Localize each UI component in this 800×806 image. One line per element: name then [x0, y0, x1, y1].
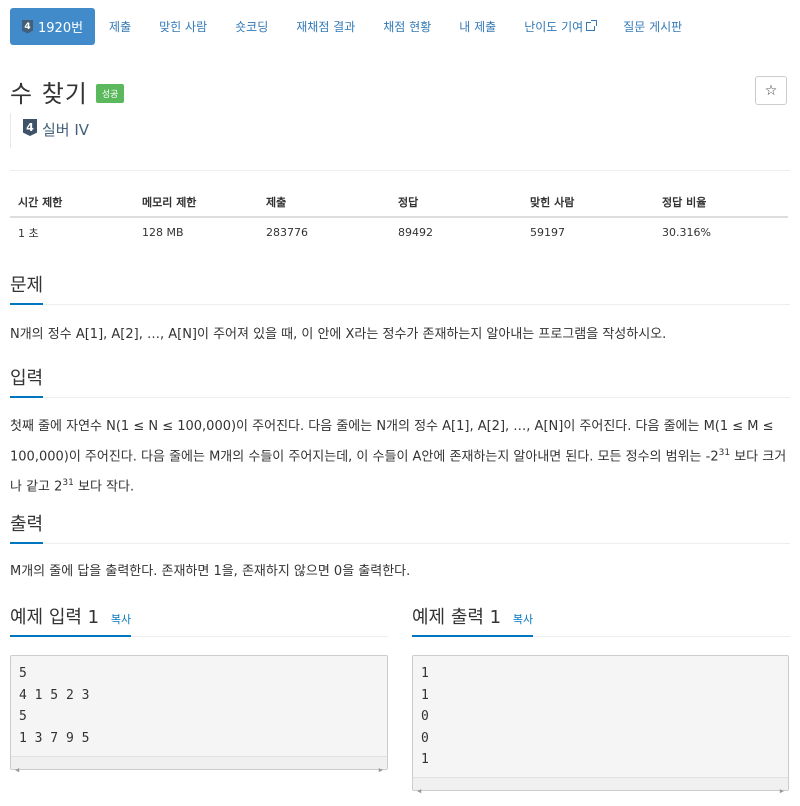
section-rule [10, 304, 790, 305]
tier-info: 4 실버 IV [10, 113, 89, 148]
example-output-box[interactable]: 1 1 0 0 1 ◀ ▶ [412, 655, 789, 795]
star-icon: ☆ [764, 82, 778, 99]
output-description: M개의 줄에 답을 출력한다. 존재하면 1을, 존재하지 않으면 0을 출력한… [10, 564, 411, 579]
status-badge: 성공 [95, 84, 125, 103]
header-submissions: 제출 [258, 188, 390, 218]
value-accepted: 89492 [398, 226, 433, 239]
horizontal-scrollbar[interactable]: ◀ ▶ [11, 756, 387, 774]
horizontal-scrollbar[interactable]: ◀ ▶ [413, 777, 788, 795]
tab-my-submissions[interactable]: 내 제출 [445, 8, 510, 45]
input-sup-1: 31 [718, 448, 731, 458]
section-output-title: 출력 [10, 510, 44, 544]
tab-rejudge-results[interactable]: 재채점 결과 [282, 8, 369, 45]
scroll-left-icon[interactable]: ◀ [15, 760, 19, 782]
example-input-content: 5 4 1 5 2 3 5 1 3 7 9 5 [19, 666, 90, 746]
header-memory-limit: 메모리 제한 [134, 188, 258, 218]
divider [10, 170, 790, 171]
tab-short-coding[interactable]: 숏코딩 [221, 8, 282, 45]
input-text-1: 첫째 줄에 자연수 N(1 ≤ N ≤ 100,000)이 주어진다. 다음 줄… [10, 419, 774, 465]
input-text-3: 보다 작다. [73, 479, 135, 495]
tier-label[interactable]: 실버 IV [42, 119, 89, 140]
section-problem: 문제 [10, 271, 790, 305]
problem-title-row: 수 찾기 성공 [10, 74, 125, 109]
section-input: 입력 [10, 364, 790, 398]
copy-output-button[interactable]: 복사 [513, 613, 533, 626]
tab-question-board[interactable]: 질문 게시판 [609, 8, 696, 45]
example-input-heading: 예제 입력 1 복사 [10, 603, 132, 637]
tab-problem-label: 1920번 [38, 21, 84, 36]
tier-badge-icon: 4 [23, 119, 37, 136]
example-output-content: 1 1 0 0 1 [421, 666, 429, 767]
scroll-left-icon[interactable]: ◀ [417, 781, 421, 803]
table-header-row: 시간 제한 메모리 제한 제출 정답 맞힌 사람 정답 비율 [10, 188, 788, 218]
tab-difficulty-label: 난이도 기여 [524, 20, 584, 34]
page-title: 수 찾기 [10, 80, 88, 108]
value-solvers: 59197 [530, 226, 565, 239]
tab-problem[interactable]: 4 1920번 [10, 8, 96, 45]
section-input-title: 입력 [10, 364, 44, 398]
section-problem-title: 문제 [10, 271, 44, 305]
problem-info-table: 시간 제한 메모리 제한 제출 정답 맞힌 사람 정답 비율 1 초 128 M… [10, 188, 788, 247]
table-row: 1 초 128 MB 283776 89492 59197 30.316% [10, 217, 788, 247]
copy-input-button[interactable]: 복사 [111, 613, 131, 626]
input-description: 첫째 줄에 자연수 N(1 ≤ N ≤ 100,000)이 주어진다. 다음 줄… [10, 414, 790, 501]
input-sup-2: 31 [62, 478, 74, 489]
tier-badge-icon: 4 [22, 19, 33, 34]
tab-difficulty-contribution[interactable]: 난이도 기여 [510, 8, 609, 45]
problem-nav: 4 1920번 제출 맞힌 사람 숏코딩 재채점 결과 채점 현황 내 제출 난… [10, 8, 790, 45]
value-ratio: 30.316% [662, 226, 711, 239]
example-output-heading: 예제 출력 1 복사 [412, 603, 534, 637]
scroll-right-icon[interactable]: ▶ [379, 760, 383, 782]
example-output-title: 예제 출력 1 [412, 607, 502, 628]
section-example-input: 예제 입력 1 복사 [10, 603, 388, 637]
external-link-icon [586, 20, 598, 31]
tab-status[interactable]: 채점 현황 [369, 8, 445, 45]
section-rule [10, 397, 790, 398]
header-ratio: 정답 비율 [654, 188, 788, 218]
section-example-output: 예제 출력 1 복사 [412, 603, 790, 637]
section-rule [10, 543, 790, 544]
value-time-limit: 1 초 [18, 226, 39, 240]
header-solvers: 맞힌 사람 [522, 188, 654, 218]
header-accepted: 정답 [390, 188, 522, 218]
problem-description: N개의 정수 A[1], A[2], …, A[N]이 주어져 있을 때, 이 … [10, 327, 667, 342]
value-submissions: 283776 [266, 226, 308, 239]
example-input-box[interactable]: 5 4 1 5 2 3 5 1 3 7 9 5 ◀ ▶ [10, 655, 388, 774]
header-time-limit: 시간 제한 [10, 188, 134, 218]
tab-solvers[interactable]: 맞힌 사람 [145, 8, 221, 45]
tab-submit[interactable]: 제출 [95, 8, 145, 45]
value-memory-limit: 128 MB [142, 226, 184, 239]
section-output: 출력 [10, 510, 790, 544]
scroll-right-icon[interactable]: ▶ [780, 781, 784, 803]
favorite-star-button[interactable]: ☆ [755, 76, 787, 105]
example-input-title: 예제 입력 1 [10, 607, 100, 628]
